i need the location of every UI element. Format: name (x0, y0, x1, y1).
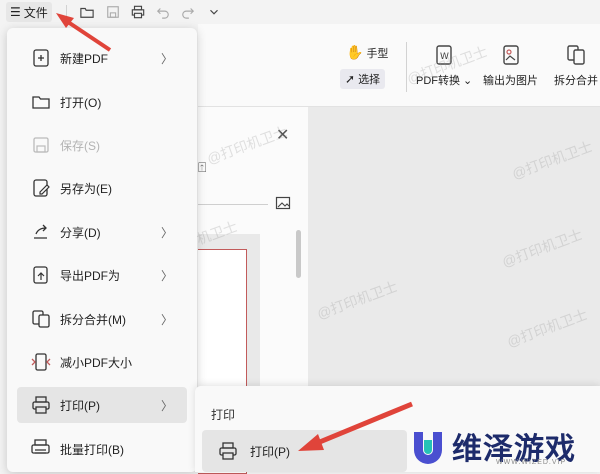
brand-logo: 维泽游戏 WWW.WIZED.VIP (410, 424, 576, 468)
brand-url: WWW.WIZED.VIP (496, 459, 567, 466)
brand-logo-icon (414, 432, 442, 464)
arrow-to-print-item (298, 401, 413, 451)
arrow-to-file-menu (56, 13, 112, 52)
annotation-arrows (56, 13, 413, 451)
